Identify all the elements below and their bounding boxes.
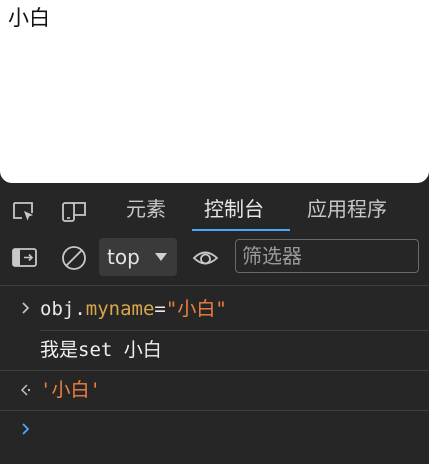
devtools-panel: 元素 控制台 应用程序 top 筛选器 obj.myname="小白" 我是se… (0, 183, 429, 444)
return-arrow-icon (16, 370, 34, 410)
console-input-text: obj.myname="小白" (40, 298, 227, 320)
devtools-tabbar: 元素 控制台 应用程序 (0, 183, 429, 233)
inspect-element-icon[interactable] (11, 199, 37, 225)
active-tab-indicator (192, 229, 290, 231)
caret-down-icon (155, 253, 167, 261)
console-prompt-row[interactable] (0, 410, 429, 450)
chevron-right-icon (16, 289, 34, 329)
clear-console-icon[interactable] (60, 243, 90, 273)
prompt-chevron-icon (16, 410, 34, 450)
console-result-text: '小白' (40, 379, 101, 401)
tab-console[interactable]: 控制台 (204, 194, 264, 224)
tab-elements[interactable]: 元素 (126, 194, 166, 224)
context-selector[interactable]: top (99, 238, 177, 276)
sidebar-toggle-icon[interactable] (10, 243, 40, 273)
console-log-text: 我是set 小白 (40, 339, 162, 361)
tab-application[interactable]: 应用程序 (307, 194, 387, 224)
context-label: top (107, 245, 140, 269)
console-filter-input[interactable] (235, 239, 419, 273)
divider (0, 285, 429, 286)
console-result-row: '小白' (0, 370, 429, 410)
device-toolbar-icon[interactable] (60, 199, 86, 225)
live-expression-icon[interactable] (191, 243, 221, 273)
console-input-row: obj.myname="小白" (0, 289, 429, 329)
page-viewport: 小白 (0, 0, 429, 183)
console-log-row: 我是set 小白 (0, 330, 429, 370)
page-text: 小白 (8, 6, 50, 30)
